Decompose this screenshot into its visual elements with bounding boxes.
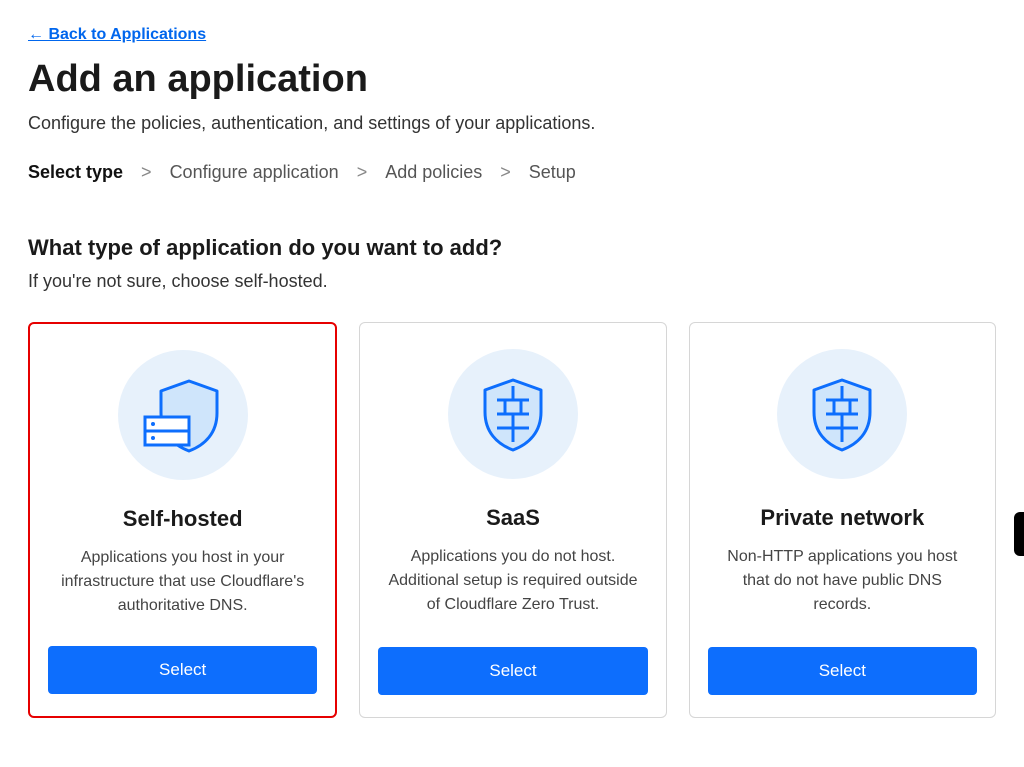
section-hint: If you're not sure, choose self-hosted. — [28, 271, 996, 292]
breadcrumb-step-setup: Setup — [529, 162, 576, 183]
breadcrumb-step-policies: Add policies — [385, 162, 482, 183]
back-to-applications-link[interactable]: ← Back to Applications — [28, 26, 206, 43]
page-subtitle: Configure the policies, authentication, … — [28, 113, 996, 134]
select-self-hosted-button[interactable]: Select — [48, 646, 317, 694]
breadcrumb-step-configure: Configure application — [170, 162, 339, 183]
type-cards: Self-hosted Applications you host in you… — [28, 322, 996, 718]
page-title: Add an application — [28, 58, 996, 101]
card-title: Private network — [760, 505, 924, 531]
chevron-right-icon: > — [500, 162, 511, 183]
side-tab[interactable] — [1014, 512, 1024, 556]
card-description: Non-HTTP applications you host that do n… — [708, 545, 977, 629]
shield-server-icon — [118, 350, 248, 480]
shield-wall-icon — [777, 349, 907, 479]
select-saas-button[interactable]: Select — [378, 647, 647, 695]
chevron-right-icon: > — [357, 162, 368, 183]
card-description: Applications you host in your infrastruc… — [48, 546, 317, 628]
card-title: Self-hosted — [123, 506, 243, 532]
breadcrumb: Select type > Configure application > Ad… — [28, 162, 996, 183]
select-private-network-button[interactable]: Select — [708, 647, 977, 695]
section-title: What type of application do you want to … — [28, 235, 996, 261]
card-private-network: Private network Non-HTTP applications yo… — [689, 322, 996, 718]
card-description: Applications you do not host. Additional… — [378, 545, 647, 629]
card-saas: SaaS Applications you do not host. Addit… — [359, 322, 666, 718]
shield-wall-icon — [448, 349, 578, 479]
card-title: SaaS — [486, 505, 540, 531]
breadcrumb-step-select-type[interactable]: Select type — [28, 162, 123, 183]
chevron-right-icon: > — [141, 162, 152, 183]
card-self-hosted: Self-hosted Applications you host in you… — [28, 322, 337, 718]
